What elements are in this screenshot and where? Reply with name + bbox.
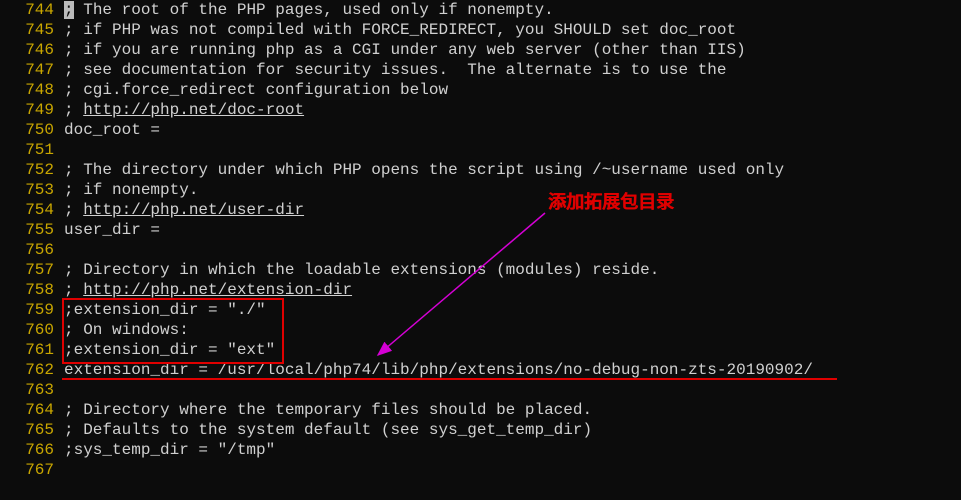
line-number: 761	[0, 340, 64, 360]
line-number: 767	[0, 460, 64, 480]
code-text[interactable]: ;extension_dir = "./"	[64, 300, 266, 320]
code-line[interactable]: 750doc_root =	[0, 120, 961, 140]
line-number: 757	[0, 260, 64, 280]
line-number: 765	[0, 420, 64, 440]
code-line[interactable]: 759;extension_dir = "./"	[0, 300, 961, 320]
code-line[interactable]: 744; The root of the PHP pages, used onl…	[0, 0, 961, 20]
code-text[interactable]: ;extension_dir = "ext"	[64, 340, 275, 360]
code-text[interactable]: extension_dir = /usr/local/php74/lib/php…	[64, 360, 813, 380]
line-number: 754	[0, 200, 64, 220]
line-number: 753	[0, 180, 64, 200]
code-text[interactable]: ; see documentation for security issues.…	[64, 60, 727, 80]
code-text[interactable]: ; Directory where the temporary files sh…	[64, 400, 592, 420]
line-number: 759	[0, 300, 64, 320]
code-line[interactable]: 751	[0, 140, 961, 160]
line-number: 764	[0, 400, 64, 420]
code-line[interactable]: 763	[0, 380, 961, 400]
line-number: 760	[0, 320, 64, 340]
line-number: 744	[0, 0, 64, 20]
code-text[interactable]: user_dir =	[64, 220, 160, 240]
code-text[interactable]: ; if PHP was not compiled with FORCE_RED…	[64, 20, 736, 40]
code-line[interactable]: 757; Directory in which the loadable ext…	[0, 260, 961, 280]
line-number: 749	[0, 100, 64, 120]
code-line[interactable]: 765; Defaults to the system default (see…	[0, 420, 961, 440]
code-line[interactable]: 755user_dir =	[0, 220, 961, 240]
code-line[interactable]: 756	[0, 240, 961, 260]
code-text[interactable]: doc_root =	[64, 120, 160, 140]
line-number: 746	[0, 40, 64, 60]
code-text[interactable]: ; On windows:	[64, 320, 189, 340]
code-text[interactable]: ; The directory under which PHP opens th…	[64, 160, 784, 180]
code-text[interactable]: ; The root of the PHP pages, used only i…	[64, 0, 554, 20]
line-number: 751	[0, 140, 64, 160]
line-number: 752	[0, 160, 64, 180]
code-text[interactable]: ; if you are running php as a CGI under …	[64, 40, 746, 60]
line-number: 762	[0, 360, 64, 380]
code-line[interactable]: 747; see documentation for security issu…	[0, 60, 961, 80]
code-line[interactable]: 746; if you are running php as a CGI und…	[0, 40, 961, 60]
code-line[interactable]: 745; if PHP was not compiled with FORCE_…	[0, 20, 961, 40]
line-number: 747	[0, 60, 64, 80]
code-line[interactable]: 753; if nonempty.	[0, 180, 961, 200]
line-number: 745	[0, 20, 64, 40]
code-text[interactable]: ; if nonempty.	[64, 180, 198, 200]
code-text[interactable]: ; Defaults to the system default (see sy…	[64, 420, 592, 440]
line-number: 750	[0, 120, 64, 140]
code-line[interactable]: 764; Directory where the temporary files…	[0, 400, 961, 420]
code-text[interactable]: ; http://php.net/doc-root	[64, 100, 304, 120]
line-number: 758	[0, 280, 64, 300]
code-line[interactable]: 748; cgi.force_redirect configuration be…	[0, 80, 961, 100]
code-text[interactable]: ; http://php.net/user-dir	[64, 200, 304, 220]
code-line[interactable]: 767	[0, 460, 961, 480]
line-number: 755	[0, 220, 64, 240]
code-text[interactable]: ;sys_temp_dir = "/tmp"	[64, 440, 275, 460]
code-text[interactable]: ; Directory in which the loadable extens…	[64, 260, 659, 280]
code-line[interactable]: 758; http://php.net/extension-dir	[0, 280, 961, 300]
code-line[interactable]: 766;sys_temp_dir = "/tmp"	[0, 440, 961, 460]
code-line[interactable]: 760; On windows:	[0, 320, 961, 340]
code-text[interactable]: ; http://php.net/extension-dir	[64, 280, 352, 300]
code-line[interactable]: 749; http://php.net/doc-root	[0, 100, 961, 120]
code-line[interactable]: 761;extension_dir = "ext"	[0, 340, 961, 360]
code-editor[interactable]: 744; The root of the PHP pages, used onl…	[0, 0, 961, 480]
code-line[interactable]: 752; The directory under which PHP opens…	[0, 160, 961, 180]
code-line[interactable]: 762extension_dir = /usr/local/php74/lib/…	[0, 360, 961, 380]
code-line[interactable]: 754; http://php.net/user-dir	[0, 200, 961, 220]
line-number: 748	[0, 80, 64, 100]
line-number: 756	[0, 240, 64, 260]
code-text[interactable]: ; cgi.force_redirect configuration below	[64, 80, 448, 100]
line-number: 763	[0, 380, 64, 400]
line-number: 766	[0, 440, 64, 460]
